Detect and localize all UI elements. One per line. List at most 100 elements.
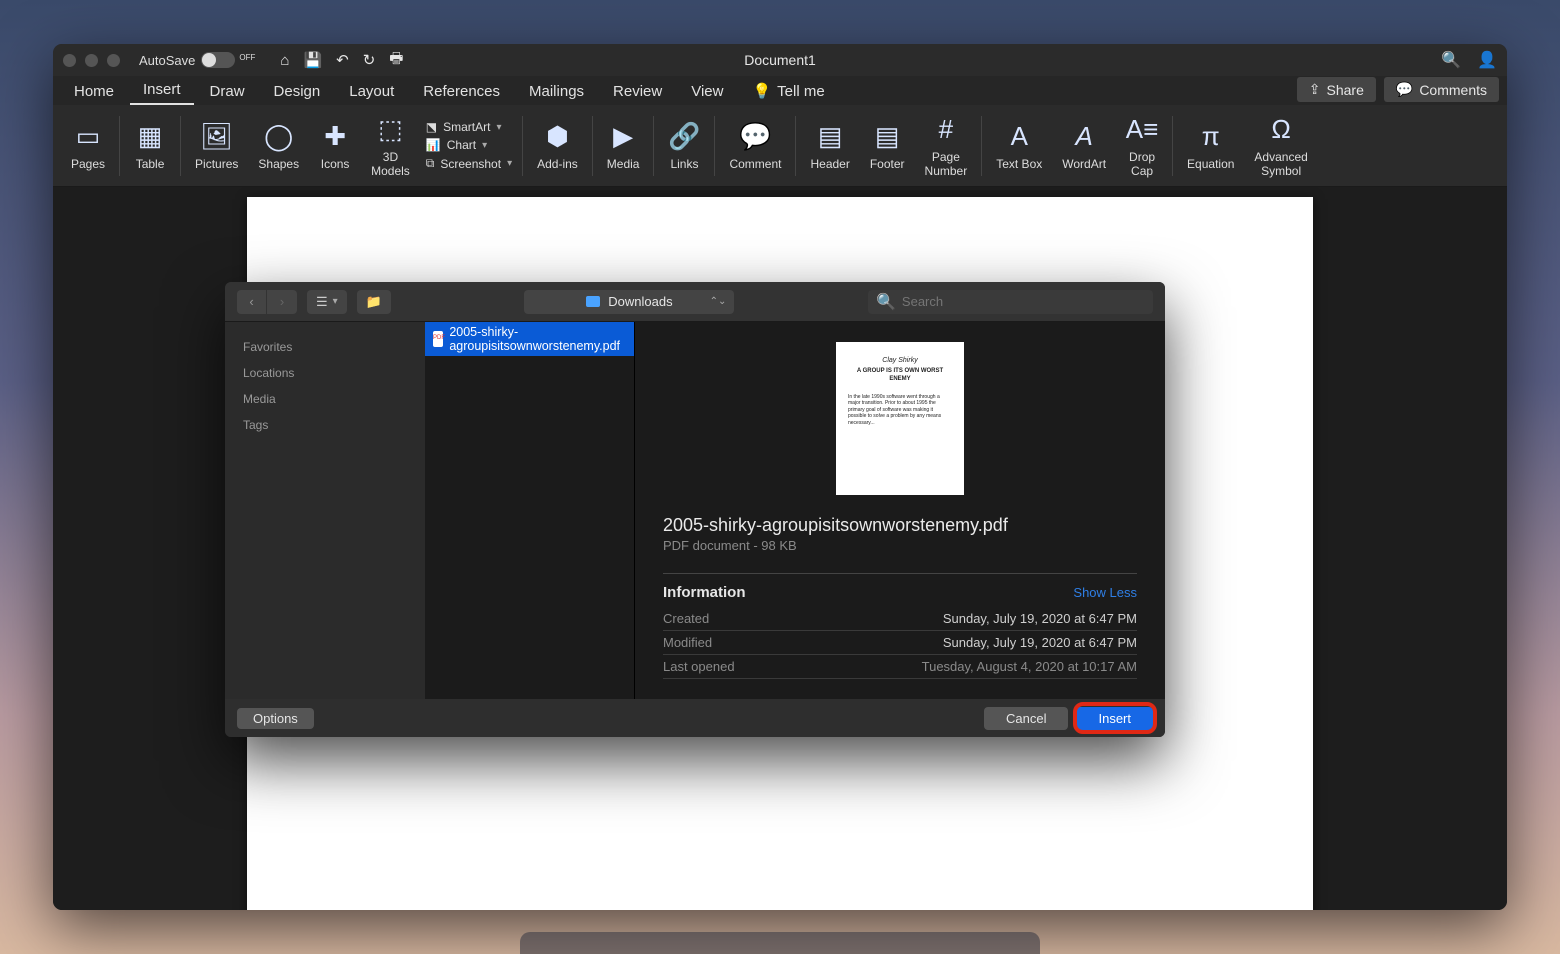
tab-mailings[interactable]: Mailings [516,78,597,105]
models3d-button[interactable]: ⬚3D Models [361,114,420,178]
file-open-dialog: ‹ › ☰▾ 📁 Downloads ⌃⌄ 🔍 Favorites Locati… [225,282,1165,737]
thumb-title: A GROUP IS ITS OWN WORST ENEMY [848,368,952,384]
pagenum-button[interactable]: # Page Number [915,114,978,178]
screenshot-button[interactable]: ⧉Screenshot▾ [426,156,512,171]
sidebar-locations[interactable]: Locations [225,360,425,386]
pictures-label: Pictures [195,157,238,171]
tab-layout[interactable]: Layout [336,78,407,105]
redo-icon[interactable]: ↻ [363,51,376,69]
lightbulb-icon: 💡 [752,82,771,100]
thumb-author: Clay Shirky [848,356,952,365]
textbox-button[interactable]: AText Box [986,121,1052,171]
home-icon[interactable]: ⌂ [280,52,289,69]
folder-icon: 📁 [366,294,382,310]
autosave-toggle[interactable]: AutoSave OFF [139,52,257,68]
dropcap-button[interactable]: A≡Drop Cap [1116,114,1168,178]
media-button[interactable]: ▶Media [597,121,650,171]
tab-review[interactable]: Review [600,78,675,105]
pictures-button[interactable]: 🖼Pictures [185,121,248,171]
ribbon-tabs: Home Insert Draw Design Layout Reference… [53,76,1507,105]
tab-draw[interactable]: Draw [197,78,258,105]
preview-filename: 2005-shirky-agroupisitsownworstenemy.pdf [663,515,1137,536]
group-button[interactable]: 📁 [357,290,391,314]
tab-references[interactable]: References [410,78,513,105]
share-button[interactable]: ⇪ Share [1297,77,1376,102]
icons-button[interactable]: ✚Icons [309,121,361,171]
comment-bubble-icon: 💬 [739,121,771,153]
search-input[interactable] [902,294,1145,309]
tab-insert[interactable]: Insert [130,76,194,105]
insert-button[interactable]: Insert [1076,707,1153,730]
comment-button[interactable]: 💬 Comment [719,121,791,171]
equation-button[interactable]: πEquation [1177,121,1244,171]
header-button[interactable]: ▤Header [800,121,859,171]
info-created-value: Sunday, July 19, 2020 at 6:47 PM [943,611,1137,626]
nav-back-button[interactable]: ‹ [237,290,267,314]
tab-home[interactable]: Home [61,78,127,105]
window-controls [63,54,120,67]
symbol-button[interactable]: ΩAdvanced Symbol [1244,114,1317,178]
ribbon-insert: ▭ Pages ▦Table 🖼Pictures ◯Shapes ✚Icons ⬚… [53,105,1507,187]
comment-icon: 💬 [1396,81,1413,98]
shapes-icon: ◯ [263,121,295,153]
smartart-icon: ⬔ [426,120,437,134]
links-label: Links [670,157,698,171]
account-icon[interactable]: 👤 [1477,50,1497,70]
show-less-link[interactable]: Show Less [1073,585,1137,600]
info-created-label: Created [663,611,709,626]
footer-label: Footer [870,157,905,171]
close-window-button[interactable] [63,54,76,67]
links-button[interactable]: 🔗Links [658,121,710,171]
chart-button[interactable]: 📊Chart▾ [426,138,512,152]
share-icon: ⇪ [1309,81,1321,98]
search-icon[interactable]: 🔍 [1441,50,1461,70]
comment-label: Comment [729,157,781,171]
shapes-button[interactable]: ◯Shapes [248,121,309,171]
comments-button[interactable]: 💬 Comments [1384,77,1499,102]
minimize-window-button[interactable] [85,54,98,67]
table-button[interactable]: ▦Table [124,121,176,171]
dialog-sidebar: Favorites Locations Media Tags [225,322,425,699]
sidebar-favorites[interactable]: Favorites [225,334,425,360]
table-label: Table [136,157,165,171]
pdf-file-icon [433,331,443,347]
symbol-icon: Ω [1265,114,1297,146]
info-modified-value: Sunday, July 19, 2020 at 6:47 PM [943,635,1137,650]
tab-design[interactable]: Design [261,78,334,105]
undo-icon[interactable]: ↶ [336,51,349,69]
location-popup[interactable]: Downloads ⌃⌄ [524,290,734,314]
pages-icon: ▭ [72,121,104,153]
options-button[interactable]: Options [237,708,314,729]
info-heading: Information [663,584,746,601]
save-icon[interactable]: 💾 [303,51,322,69]
view-mode-button[interactable]: ☰▾ [307,290,347,314]
pagenum-icon: # [930,114,962,146]
dialog-toolbar: ‹ › ☰▾ 📁 Downloads ⌃⌄ 🔍 [225,282,1165,322]
tell-me-search[interactable]: 💡 Tell me [739,77,837,105]
footer-button[interactable]: ▤ Footer [860,121,915,171]
toggle-icon [201,52,235,68]
sidebar-media[interactable]: Media [225,386,425,412]
macos-dock[interactable] [520,932,1040,954]
zoom-window-button[interactable] [107,54,120,67]
nav-forward-button[interactable]: › [267,290,297,314]
file-row-selected[interactable]: 2005-shirky-agroupisitsownworstenemy.pdf [425,322,634,356]
footer-icon: ▤ [871,121,903,153]
info-opened-label: Last opened [663,659,735,674]
icons-icon: ✚ [319,121,351,153]
cancel-button[interactable]: Cancel [984,707,1068,730]
wordart-button[interactable]: AWordArt [1052,121,1116,171]
tab-view[interactable]: View [678,78,736,105]
pages-button[interactable]: ▭ Pages [61,121,115,171]
search-field[interactable]: 🔍 [868,290,1153,314]
pages-label: Pages [71,157,105,171]
info-opened-value: Tuesday, August 4, 2020 at 10:17 AM [922,659,1137,674]
print-icon[interactable]: 🖶 [389,48,403,73]
columns-icon: ☰ [316,294,328,310]
pagenum-label: Page Number [925,150,968,178]
wordart-icon: A [1068,121,1100,153]
addins-button[interactable]: ⬢Add-ins [527,121,588,171]
smartart-button[interactable]: ⬔SmartArt▾ [426,120,512,134]
textbox-label: Text Box [996,157,1042,171]
sidebar-tags[interactable]: Tags [225,412,425,438]
